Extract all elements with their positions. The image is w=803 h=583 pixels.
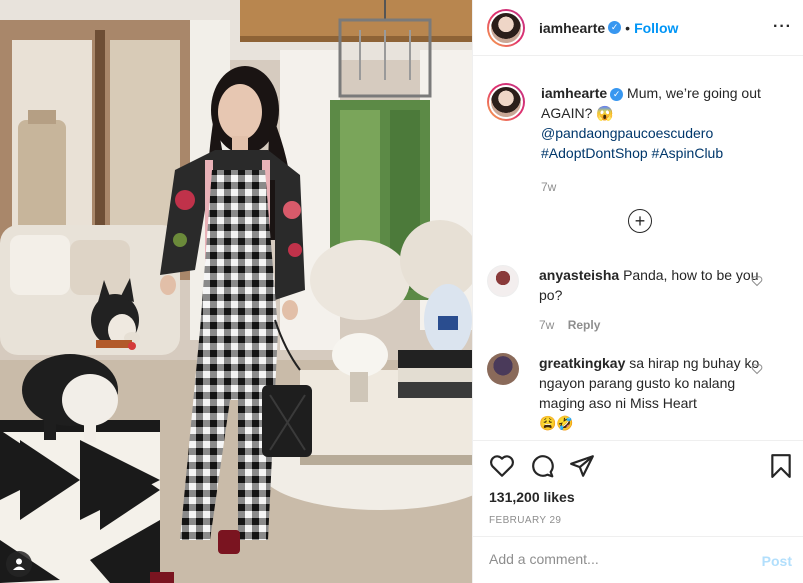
heart-icon[interactable] xyxy=(489,453,515,479)
post-photo-illustration xyxy=(0,0,472,583)
post-actions: 131,200 likes FEBRUARY 29 xyxy=(473,440,803,536)
caption-emoji: 😱 xyxy=(596,105,614,121)
comments-list[interactable]: iamhearte ✓ Mum, we’re going out AGAIN? 😱… xyxy=(473,57,803,440)
post-comment-button[interactable]: Post xyxy=(762,553,792,569)
caption-text-block: iamhearte ✓ Mum, we’re going out AGAIN? 😱… xyxy=(541,83,771,197)
bookmark-icon[interactable] xyxy=(768,453,794,479)
header-user-block: iamhearte ✓ • Follow xyxy=(539,20,678,36)
author-username[interactable]: iamhearte xyxy=(539,20,605,36)
comment-emoji: 😩🤣 xyxy=(539,415,574,431)
user-tag-icon[interactable] xyxy=(6,551,32,577)
comment-username[interactable]: anyasteisha xyxy=(539,267,619,283)
caption-block: iamhearte ✓ Mum, we’re going out AGAIN? 😱… xyxy=(487,83,787,197)
comment-item: anyasteisha Panda, how to be you po? 7w … xyxy=(487,265,787,335)
post-photo[interactable] xyxy=(0,0,472,583)
caption-username[interactable]: iamhearte xyxy=(541,85,607,101)
caption-time[interactable]: 7w xyxy=(541,177,771,197)
more-options-icon[interactable]: ··· xyxy=(773,18,792,36)
comment-body: anyasteisha Panda, how to be you po? 7w … xyxy=(539,265,761,335)
commenter-avatar[interactable] xyxy=(487,353,519,385)
comment-username[interactable]: greatkingkay xyxy=(539,355,625,371)
comment-time[interactable]: 7w xyxy=(539,318,554,332)
add-comment-input[interactable] xyxy=(489,551,739,567)
caption-avatar[interactable] xyxy=(487,83,525,121)
comment-icon[interactable] xyxy=(529,453,555,479)
reply-button[interactable]: Reply xyxy=(568,318,601,332)
post-date[interactable]: FEBRUARY 29 xyxy=(489,515,561,526)
caption-mention-link[interactable]: @pandaongpaucoescudero xyxy=(541,125,713,141)
follow-button[interactable]: Follow xyxy=(634,20,678,36)
post-side-panel: iamhearte ✓ • Follow ··· iamhearte ✓ Mum,… xyxy=(472,0,803,583)
comment-like-heart-icon[interactable] xyxy=(751,363,763,375)
verified-badge-icon: ✓ xyxy=(610,88,624,101)
share-icon[interactable] xyxy=(569,453,595,479)
comment-item: greatkingkay sa hirap ng buhay ko ngayon… xyxy=(487,353,787,433)
add-comment-bar: Post xyxy=(473,536,803,583)
post-header: iamhearte ✓ • Follow ··· xyxy=(473,0,803,56)
verified-badge-icon: ✓ xyxy=(608,21,622,34)
plus-circle-icon[interactable]: + xyxy=(628,209,652,233)
likes-count[interactable]: 131,200 likes xyxy=(489,489,575,505)
header-separator: • xyxy=(625,19,631,36)
caption-hashtags[interactable]: #AdoptDontShop #AspinClub xyxy=(541,145,723,161)
comment-like-heart-icon[interactable] xyxy=(751,275,763,287)
comment-meta: 7w Reply xyxy=(539,315,761,335)
author-avatar[interactable] xyxy=(487,8,525,47)
comment-body: greatkingkay sa hirap ng buhay ko ngayon… xyxy=(539,353,761,433)
commenter-avatar[interactable] xyxy=(487,265,519,297)
